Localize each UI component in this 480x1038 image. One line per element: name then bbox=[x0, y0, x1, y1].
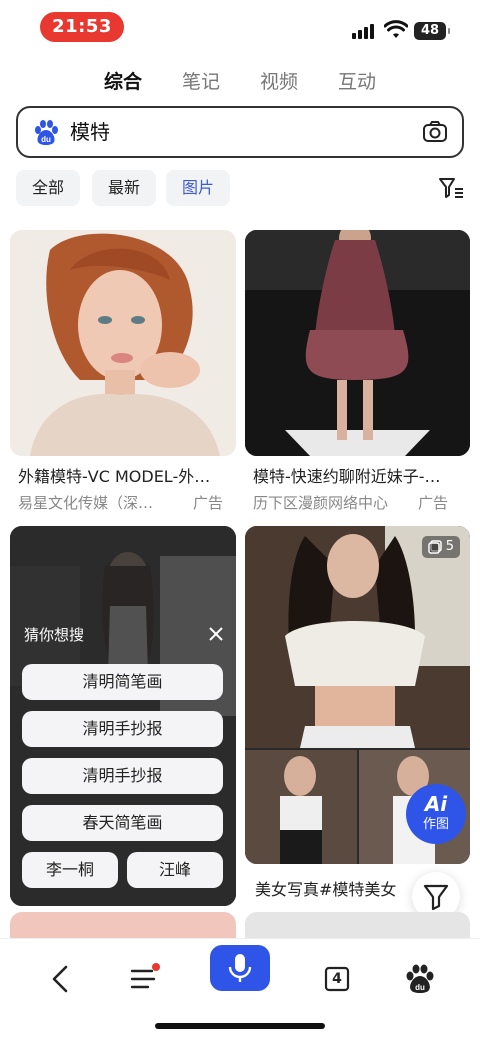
tab-count: 4 bbox=[332, 971, 342, 987]
tab-interaction[interactable]: 互动 bbox=[338, 64, 376, 100]
result-image-2[interactable] bbox=[245, 230, 470, 456]
close-icon[interactable] bbox=[208, 626, 224, 642]
tab-comprehensive[interactable]: 综合 bbox=[104, 64, 142, 100]
result-title-2[interactable]: 模特-快速约聊附近妹子-… bbox=[253, 463, 465, 487]
chip-all[interactable]: 全部 bbox=[16, 170, 81, 206]
result-title-4[interactable]: 美女写真#模特美女 bbox=[255, 876, 415, 900]
svg-text:du: du bbox=[415, 983, 425, 992]
wifi-icon bbox=[384, 20, 408, 38]
suggestion-item[interactable]: 汪峰 bbox=[127, 852, 223, 888]
svg-text:du: du bbox=[41, 135, 51, 144]
suggestion-overlay: 猜你想搜 清明简笔画 清明手抄报 清明手抄报 春天简笔画 李一桐 汪峰 bbox=[10, 526, 236, 906]
ai-draw-button[interactable]: Ai 作图 bbox=[406, 784, 466, 844]
chip-images[interactable]: 图片 bbox=[166, 170, 231, 206]
ad-label-2: 广告 bbox=[418, 494, 449, 512]
woman-pink-dress-image bbox=[245, 230, 470, 456]
status-time: 21:53 bbox=[40, 12, 124, 42]
cellular-signal-icon bbox=[352, 24, 374, 39]
suggestion-item[interactable]: 清明简笔画 bbox=[22, 664, 223, 700]
suggestion-item[interactable]: 清明手抄报 bbox=[22, 711, 223, 747]
result-source-1: 易星文化传媒（深… bbox=[18, 494, 154, 512]
image-count: 5 bbox=[445, 539, 454, 554]
search-query[interactable]: 模特 bbox=[70, 108, 110, 156]
microphone-icon bbox=[228, 954, 252, 982]
tabs-button[interactable]: 4 bbox=[318, 959, 358, 999]
home-indicator bbox=[155, 1023, 325, 1029]
back-icon[interactable] bbox=[42, 959, 82, 999]
suggestion-item[interactable]: 春天简笔画 bbox=[22, 805, 223, 841]
ai-label: Ai bbox=[424, 792, 448, 816]
search-bar[interactable]: du 模特 bbox=[16, 106, 464, 158]
baidu-paw-icon: du bbox=[35, 120, 58, 145]
tab-notes[interactable]: 笔记 bbox=[182, 64, 220, 100]
gallery-icon bbox=[427, 540, 442, 554]
suggestion-item[interactable]: 清明手抄报 bbox=[22, 758, 223, 794]
result-image-6[interactable] bbox=[245, 912, 470, 938]
voice-search-button[interactable] bbox=[210, 945, 270, 991]
result-image-5[interactable] bbox=[10, 912, 236, 938]
result-image-1[interactable] bbox=[10, 230, 236, 456]
camera-icon[interactable] bbox=[422, 120, 448, 144]
woman-portrait-image bbox=[10, 230, 236, 456]
baidu-home-icon[interactable]: du bbox=[400, 959, 440, 999]
filter-icon[interactable] bbox=[438, 176, 464, 200]
status-bar: 21:53 48 bbox=[0, 0, 480, 56]
image-count-badge: 5 bbox=[421, 536, 460, 558]
chip-latest[interactable]: 最新 bbox=[92, 170, 157, 206]
tab-video[interactable]: 视频 bbox=[260, 64, 298, 100]
search-type-tabs: 综合 笔记 视频 互动 bbox=[0, 64, 480, 100]
menu-icon[interactable] bbox=[124, 959, 164, 999]
battery-icon: 48 bbox=[414, 22, 450, 40]
result-source-2: 历下区漫颜网络中心 bbox=[253, 494, 389, 512]
suggestion-title: 猜你想搜 bbox=[24, 626, 85, 644]
result-title-1[interactable]: 外籍模特-VC MODEL-外… bbox=[18, 463, 230, 487]
ad-label-1: 广告 bbox=[193, 494, 224, 512]
bottom-nav: 4 du bbox=[0, 938, 480, 1038]
suggestion-item[interactable]: 李一桐 bbox=[22, 852, 118, 888]
ai-draw-label: 作图 bbox=[422, 817, 449, 832]
filter-bar: 全部 最新 图片 bbox=[16, 170, 464, 206]
